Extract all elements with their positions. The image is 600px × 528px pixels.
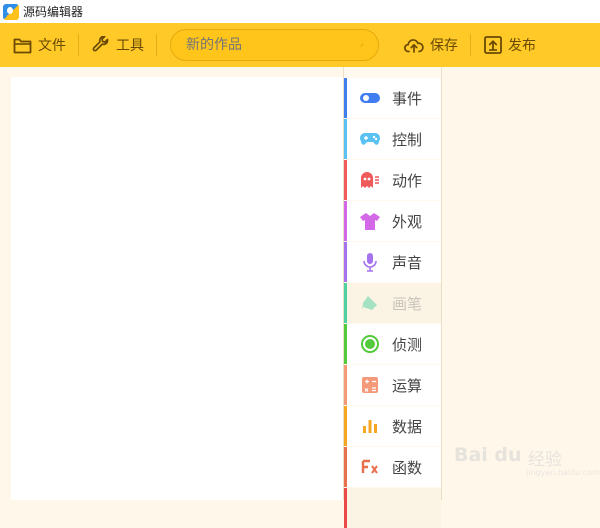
calculator-icon xyxy=(358,373,382,397)
title-bar: 源码编辑器 xyxy=(0,0,600,23)
tools-menu-button[interactable]: 工具 xyxy=(79,23,156,67)
category-item[interactable]: 事件 xyxy=(344,78,441,118)
category-label: 画笔 xyxy=(392,294,423,313)
category-label: 数据 xyxy=(392,417,423,436)
radar-icon xyxy=(358,332,382,356)
bar-chart-icon xyxy=(358,414,382,438)
category-item[interactable]: 侦测 xyxy=(344,324,441,364)
watermark-text: 经验 xyxy=(528,450,562,470)
stage-canvas[interactable] xyxy=(11,77,343,500)
shirt-icon xyxy=(358,209,382,233)
category-item[interactable] xyxy=(344,488,441,528)
ghost-icon xyxy=(358,168,382,192)
category-item[interactable]: 控制 xyxy=(344,119,441,159)
save-button[interactable]: 保存 xyxy=(391,23,470,67)
category-label: 运算 xyxy=(392,376,423,395)
project-name-field[interactable] xyxy=(170,29,379,61)
category-label: 外观 xyxy=(392,212,423,231)
watermark-logo: Bai du xyxy=(454,444,522,466)
watermark-url: jingyan.baidu.com xyxy=(526,468,600,477)
category-item[interactable]: 动作 xyxy=(344,160,441,200)
category-label: 声音 xyxy=(392,253,423,272)
category-label: 侦测 xyxy=(392,335,423,354)
category-label: 动作 xyxy=(392,171,423,190)
gamepad-icon xyxy=(358,127,382,151)
category-item[interactable]: 数据 xyxy=(344,406,441,446)
cloud-upload-icon xyxy=(404,39,424,53)
toolbar: 文件 工具 保存 发布 xyxy=(0,23,600,67)
category-label: 控制 xyxy=(392,130,423,149)
pencil-icon[interactable] xyxy=(360,39,364,51)
upload-box-icon xyxy=(484,36,502,54)
publish-label: 发布 xyxy=(508,38,536,54)
category-item[interactable]: 外观 xyxy=(344,201,441,241)
block-category-panel: 事件控制动作外观声音画笔侦测运算数据函数 xyxy=(343,67,442,528)
window-title: 源码编辑器 xyxy=(23,5,84,19)
category-label: 函数 xyxy=(392,458,423,477)
project-name-input[interactable] xyxy=(186,37,360,53)
brush-icon xyxy=(358,291,382,315)
toolbar-divider xyxy=(156,34,157,56)
category-item[interactable]: 函数 xyxy=(344,447,441,487)
file-menu-button[interactable]: 文件 xyxy=(0,23,78,67)
app-logo-icon xyxy=(3,3,19,20)
publish-button[interactable]: 发布 xyxy=(471,23,548,67)
tools-menu-label: 工具 xyxy=(116,38,144,54)
category-item[interactable]: 运算 xyxy=(344,365,441,405)
file-menu-label: 文件 xyxy=(38,38,66,54)
category-item[interactable]: 声音 xyxy=(344,242,441,282)
save-label: 保存 xyxy=(430,38,458,54)
folder-icon xyxy=(13,38,32,53)
category-label: 事件 xyxy=(392,89,423,108)
toggle-icon xyxy=(358,86,382,110)
watermark: Bai du 经验 jingyan.baidu.com xyxy=(454,436,600,477)
category-item[interactable]: 画笔 xyxy=(344,283,441,323)
wrench-icon xyxy=(92,36,109,52)
function-icon xyxy=(358,455,382,479)
microphone-icon xyxy=(358,250,382,274)
